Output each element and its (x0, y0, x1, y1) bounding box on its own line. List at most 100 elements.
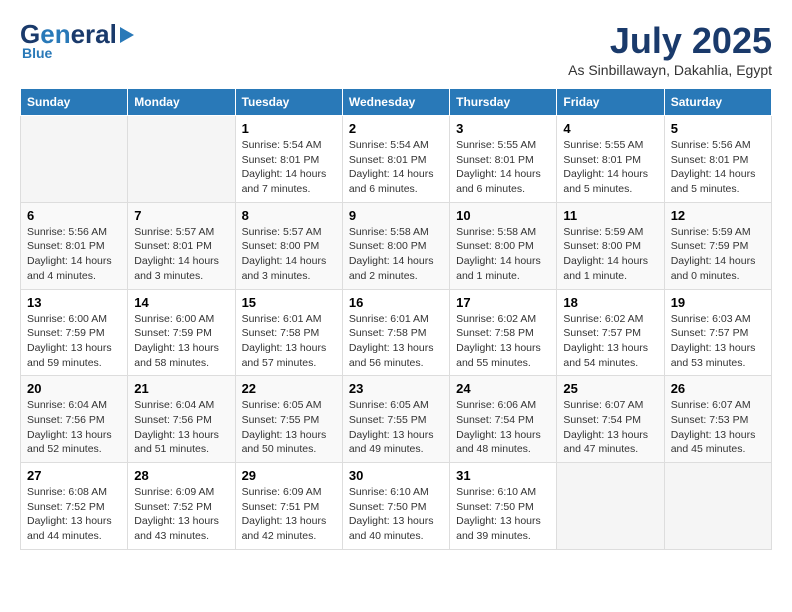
calendar-cell: 2 Sunrise: 5:54 AM Sunset: 8:01 PM Daylig… (342, 116, 449, 203)
calendar-cell: 13 Sunrise: 6:00 AM Sunset: 7:59 PM Dayli… (21, 289, 128, 376)
month-title: July 2025 (568, 20, 772, 62)
day-number: 3 (456, 121, 550, 136)
page-header: G en eral Blue July 2025 As Sinbillawayn… (20, 20, 772, 78)
day-info: Sunrise: 6:09 AM Sunset: 7:52 PM Dayligh… (134, 485, 228, 544)
weekday-header-tuesday: Tuesday (235, 89, 342, 116)
calendar-cell: 4 Sunrise: 5:55 AM Sunset: 8:01 PM Daylig… (557, 116, 664, 203)
day-info: Sunrise: 6:05 AM Sunset: 7:55 PM Dayligh… (242, 398, 336, 457)
calendar-cell: 23 Sunrise: 6:05 AM Sunset: 7:55 PM Dayli… (342, 376, 449, 463)
calendar-cell: 14 Sunrise: 6:00 AM Sunset: 7:59 PM Dayli… (128, 289, 235, 376)
day-info: Sunrise: 6:02 AM Sunset: 7:57 PM Dayligh… (563, 312, 657, 371)
calendar-cell: 9 Sunrise: 5:58 AM Sunset: 8:00 PM Daylig… (342, 202, 449, 289)
day-number: 18 (563, 295, 657, 310)
weekday-header-wednesday: Wednesday (342, 89, 449, 116)
calendar-cell: 17 Sunrise: 6:02 AM Sunset: 7:58 PM Dayli… (450, 289, 557, 376)
calendar-cell: 12 Sunrise: 5:59 AM Sunset: 7:59 PM Dayli… (664, 202, 771, 289)
calendar-table: SundayMondayTuesdayWednesdayThursdayFrid… (20, 88, 772, 550)
weekday-header-thursday: Thursday (450, 89, 557, 116)
day-info: Sunrise: 5:58 AM Sunset: 8:00 PM Dayligh… (349, 225, 443, 284)
calendar-cell: 21Sunrise: 6:04 AM Sunset: 7:56 PM Dayli… (128, 376, 235, 463)
calendar-cell: 6Sunrise: 5:56 AM Sunset: 8:01 PM Daylig… (21, 202, 128, 289)
day-number: 5 (671, 121, 765, 136)
calendar-cell: 8 Sunrise: 5:57 AM Sunset: 8:00 PM Daylig… (235, 202, 342, 289)
day-number: 31 (456, 468, 550, 483)
day-info: Sunrise: 6:03 AM Sunset: 7:57 PM Dayligh… (671, 312, 765, 371)
day-info: Sunrise: 6:00 AM Sunset: 7:59 PM Dayligh… (134, 312, 228, 371)
day-info: Sunrise: 6:07 AM Sunset: 7:53 PM Dayligh… (671, 398, 765, 457)
day-info: Sunrise: 6:04 AM Sunset: 7:56 PM Dayligh… (27, 398, 121, 457)
calendar-cell: 3 Sunrise: 5:55 AM Sunset: 8:01 PM Daylig… (450, 116, 557, 203)
day-number: 2 (349, 121, 443, 136)
day-info: Sunrise: 6:02 AM Sunset: 7:58 PM Dayligh… (456, 312, 550, 371)
day-info: Sunrise: 6:10 AM Sunset: 7:50 PM Dayligh… (349, 485, 443, 544)
day-info: Sunrise: 5:56 AM Sunset: 8:01 PM Dayligh… (671, 138, 765, 197)
calendar-cell (664, 463, 771, 550)
weekday-header-friday: Friday (557, 89, 664, 116)
day-info: Sunrise: 5:59 AM Sunset: 8:00 PM Dayligh… (563, 225, 657, 284)
calendar-cell (128, 116, 235, 203)
day-number: 16 (349, 295, 443, 310)
day-info: Sunrise: 6:06 AM Sunset: 7:54 PM Dayligh… (456, 398, 550, 457)
day-number: 20 (27, 381, 121, 396)
day-number: 7 (134, 208, 228, 223)
day-number: 26 (671, 381, 765, 396)
day-number: 27 (27, 468, 121, 483)
logo-arrow-icon (120, 27, 134, 43)
calendar-cell (21, 116, 128, 203)
day-number: 11 (563, 208, 657, 223)
calendar-cell: 26 Sunrise: 6:07 AM Sunset: 7:53 PM Dayli… (664, 376, 771, 463)
weekday-header-saturday: Saturday (664, 89, 771, 116)
day-number: 12 (671, 208, 765, 223)
day-number: 21 (134, 381, 228, 396)
day-info: Sunrise: 5:54 AM Sunset: 8:01 PM Dayligh… (242, 138, 336, 197)
day-info: Sunrise: 6:10 AM Sunset: 7:50 PM Dayligh… (456, 485, 550, 544)
location: As Sinbillawayn, Dakahlia, Egypt (568, 62, 772, 78)
day-number: 19 (671, 295, 765, 310)
day-info: Sunrise: 5:57 AM Sunset: 8:01 PM Dayligh… (134, 225, 228, 284)
day-number: 1 (242, 121, 336, 136)
day-info: Sunrise: 5:54 AM Sunset: 8:01 PM Dayligh… (349, 138, 443, 197)
day-number: 13 (27, 295, 121, 310)
day-info: Sunrise: 5:59 AM Sunset: 7:59 PM Dayligh… (671, 225, 765, 284)
calendar-cell: 27 Sunrise: 6:08 AM Sunset: 7:52 PM Dayli… (21, 463, 128, 550)
day-number: 6 (27, 208, 121, 223)
calendar-cell: 5 Sunrise: 5:56 AM Sunset: 8:01 PM Daylig… (664, 116, 771, 203)
day-info: Sunrise: 5:55 AM Sunset: 8:01 PM Dayligh… (456, 138, 550, 197)
day-number: 29 (242, 468, 336, 483)
title-block: July 2025 As Sinbillawayn, Dakahlia, Egy… (568, 20, 772, 78)
day-number: 8 (242, 208, 336, 223)
day-number: 17 (456, 295, 550, 310)
day-number: 4 (563, 121, 657, 136)
day-number: 10 (456, 208, 550, 223)
day-info: Sunrise: 6:01 AM Sunset: 7:58 PM Dayligh… (242, 312, 336, 371)
day-number: 22 (242, 381, 336, 396)
calendar-cell: 1 Sunrise: 5:54 AM Sunset: 8:01 PM Daylig… (235, 116, 342, 203)
calendar-cell: 31 Sunrise: 6:10 AM Sunset: 7:50 PM Dayli… (450, 463, 557, 550)
calendar-cell: 22 Sunrise: 6:05 AM Sunset: 7:55 PM Dayli… (235, 376, 342, 463)
calendar-cell: 24 Sunrise: 6:06 AM Sunset: 7:54 PM Dayli… (450, 376, 557, 463)
day-info: Sunrise: 5:55 AM Sunset: 8:01 PM Dayligh… (563, 138, 657, 197)
day-number: 14 (134, 295, 228, 310)
weekday-header-monday: Monday (128, 89, 235, 116)
day-number: 28 (134, 468, 228, 483)
day-number: 30 (349, 468, 443, 483)
logo: G en eral Blue (20, 20, 134, 61)
day-info: Sunrise: 6:05 AM Sunset: 7:55 PM Dayligh… (349, 398, 443, 457)
day-number: 24 (456, 381, 550, 396)
calendar-cell: 25Sunrise: 6:07 AM Sunset: 7:54 PM Dayli… (557, 376, 664, 463)
calendar-cell (557, 463, 664, 550)
day-info: Sunrise: 5:58 AM Sunset: 8:00 PM Dayligh… (456, 225, 550, 284)
day-number: 15 (242, 295, 336, 310)
calendar-cell: 19 Sunrise: 6:03 AM Sunset: 7:57 PM Dayli… (664, 289, 771, 376)
day-info: Sunrise: 5:57 AM Sunset: 8:00 PM Dayligh… (242, 225, 336, 284)
calendar-cell: 20 Sunrise: 6:04 AM Sunset: 7:56 PM Dayli… (21, 376, 128, 463)
calendar-cell: 16Sunrise: 6:01 AM Sunset: 7:58 PM Dayli… (342, 289, 449, 376)
calendar-cell: 11 Sunrise: 5:59 AM Sunset: 8:00 PM Dayli… (557, 202, 664, 289)
day-info: Sunrise: 6:07 AM Sunset: 7:54 PM Dayligh… (563, 398, 657, 457)
calendar-cell: 15 Sunrise: 6:01 AM Sunset: 7:58 PM Dayli… (235, 289, 342, 376)
logo-general-eral: eral (71, 20, 117, 49)
day-info: Sunrise: 6:08 AM Sunset: 7:52 PM Dayligh… (27, 485, 121, 544)
day-number: 9 (349, 208, 443, 223)
day-info: Sunrise: 6:00 AM Sunset: 7:59 PM Dayligh… (27, 312, 121, 371)
day-number: 23 (349, 381, 443, 396)
